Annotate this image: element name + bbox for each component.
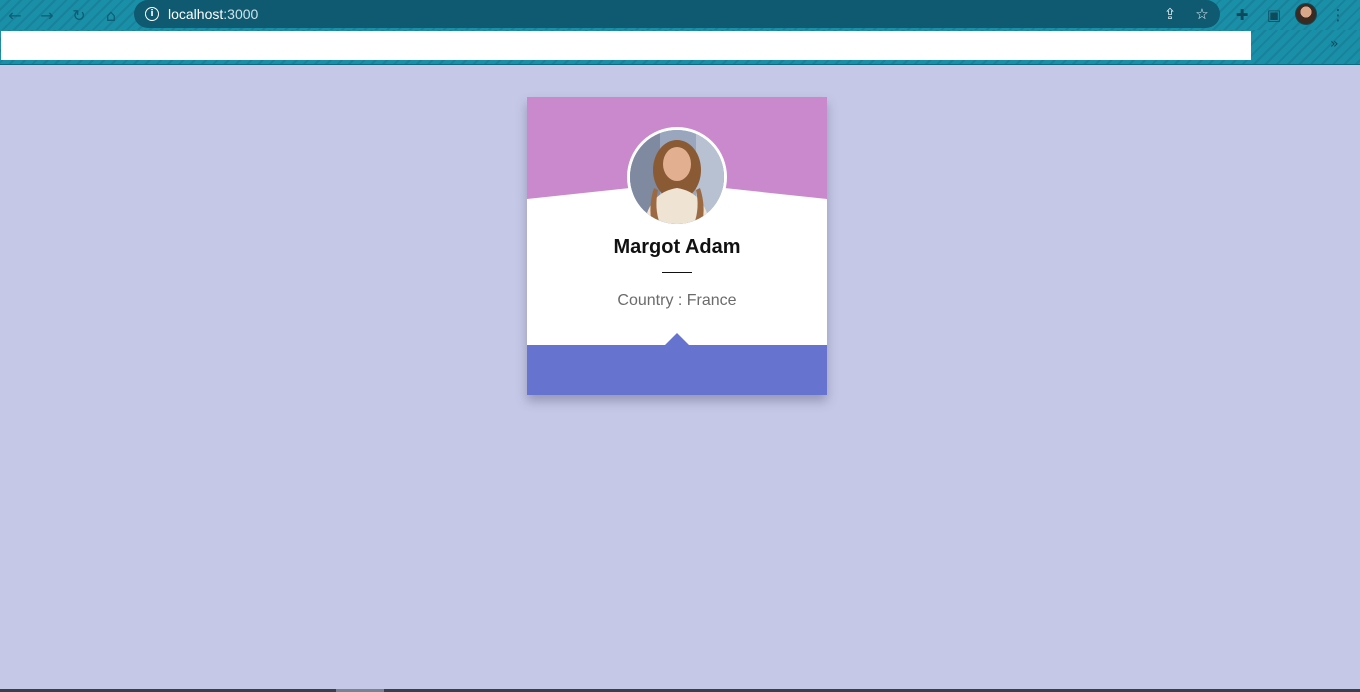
name-divider bbox=[662, 272, 692, 273]
profile-photo bbox=[627, 127, 727, 227]
reload-icon[interactable]: ↻ bbox=[68, 4, 90, 26]
chrome-divider bbox=[0, 64, 1360, 65]
extensions-puzzle-icon[interactable]: ✚ bbox=[1231, 4, 1253, 26]
back-arrow-icon[interactable]: ← bbox=[4, 4, 26, 26]
bookmarks-area bbox=[1, 31, 1251, 60]
site-info-icon[interactable]: i bbox=[145, 7, 159, 21]
side-panel-icon[interactable]: ▣ bbox=[1263, 4, 1285, 26]
bookmark-star-icon[interactable]: ☆ bbox=[1192, 4, 1212, 24]
url-text[interactable]: localhost:3000 bbox=[168, 6, 258, 22]
menu-kebab-icon[interactable]: ⋮ bbox=[1327, 4, 1349, 26]
url-port: :3000 bbox=[223, 6, 259, 22]
profile-name: Margot Adam bbox=[613, 236, 741, 258]
address-bar[interactable]: i localhost:3000 ⇪ ☆ bbox=[134, 0, 1220, 28]
forward-arrow-icon[interactable]: → bbox=[36, 4, 58, 26]
profile-card: Margot Adam Country : France bbox=[527, 97, 827, 395]
bookmarks-overflow-icon[interactable]: » bbox=[1330, 36, 1339, 52]
profile-avatar[interactable] bbox=[1295, 3, 1317, 25]
home-icon[interactable]: ⌂ bbox=[100, 4, 122, 26]
card-footer bbox=[527, 345, 827, 395]
url-host: localhost bbox=[168, 6, 224, 22]
share-icon[interactable]: ⇪ bbox=[1160, 4, 1180, 24]
profile-country: Country : France bbox=[617, 292, 737, 309]
footer-notch bbox=[665, 333, 689, 345]
bookmarks-bar: » bbox=[0, 30, 1360, 64]
browser-toolbar: ← → ↻ ⌂ i localhost:3000 ⇪ ☆ ✚ ▣ ⋮ bbox=[0, 0, 1360, 30]
